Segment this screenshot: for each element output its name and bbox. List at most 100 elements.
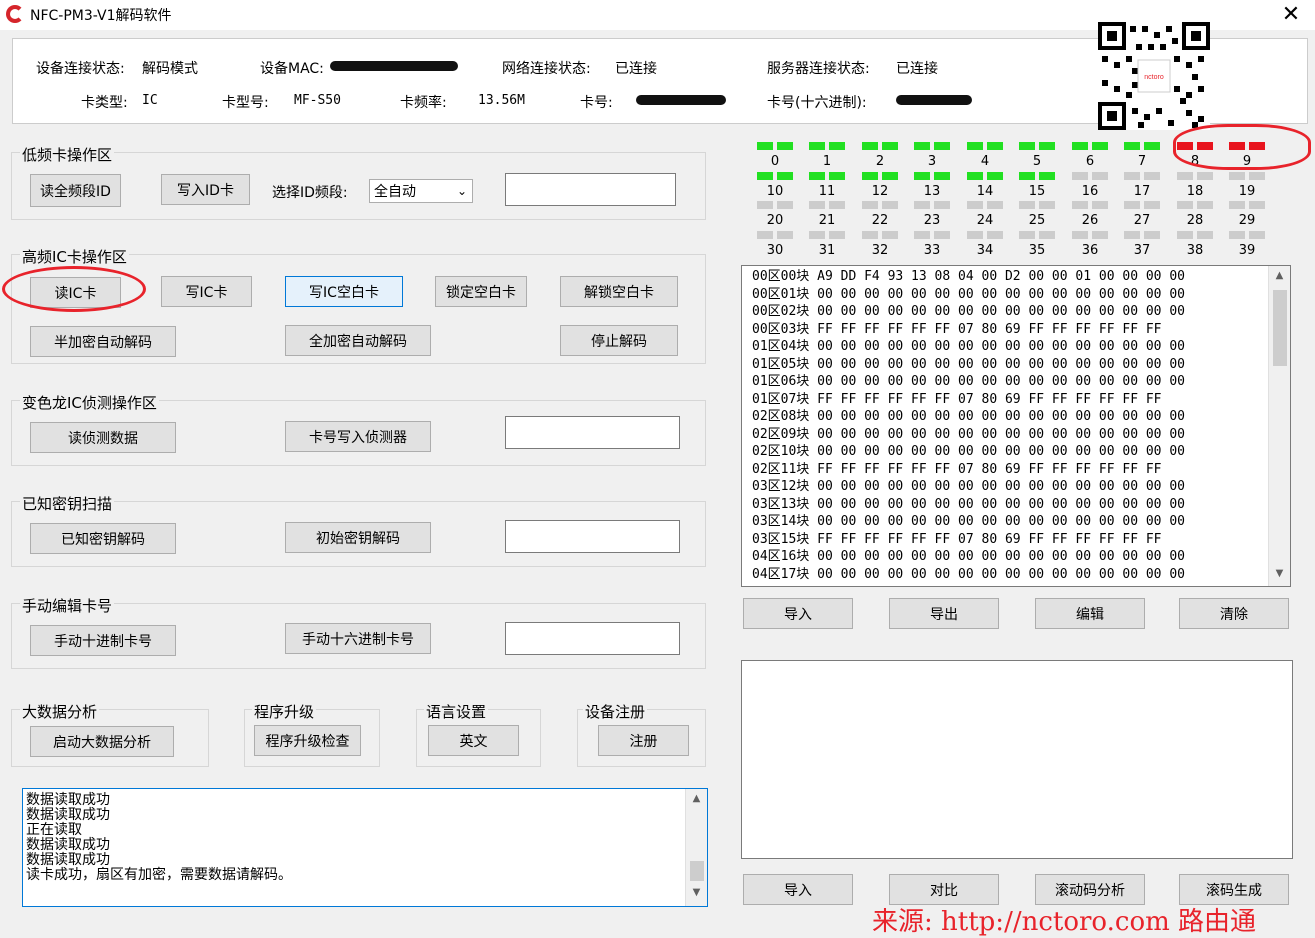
sector-indicator: [1177, 172, 1213, 180]
freq-label: 卡频率:: [400, 95, 447, 111]
hex-dump-area[interactable]: 00区00块 A9 DD F4 93 13 08 04 00 D2 00 00 …: [741, 265, 1291, 587]
sector-indicator: [1229, 201, 1265, 209]
sector-label: 14: [976, 184, 994, 199]
sector-indicator: [1019, 142, 1055, 150]
upgrade-check-button[interactable]: 程序升级检查: [254, 725, 361, 756]
sector-indicator: [862, 231, 898, 239]
sector-label: 12: [871, 184, 889, 199]
sector-indicator: [1072, 172, 1108, 180]
write-id-button[interactable]: 写入ID卡: [161, 174, 250, 205]
sector-label: 5: [1032, 154, 1042, 169]
net-label: 网络连接状态:: [502, 61, 591, 77]
manual-decimal-button[interactable]: 手动十进制卡号: [30, 625, 176, 656]
sector-indicator: [1072, 142, 1108, 150]
sector-indicator: [809, 231, 845, 239]
sector-label: 32: [871, 243, 889, 258]
sector-indicator: [862, 172, 898, 180]
bottom-import-button[interactable]: 导入: [743, 874, 853, 905]
read-detect-button[interactable]: 读侦测数据: [30, 422, 176, 453]
scroll-up-icon[interactable]: ▲: [1269, 270, 1290, 281]
lf-result-field[interactable]: [505, 173, 676, 206]
sector-label: 22: [871, 213, 889, 228]
sector-indicator: [1124, 142, 1160, 150]
hex-row: 00区03块 FF FF FF FF FF FF 07 80 69 FF FF …: [752, 321, 1162, 337]
hex-row: 04区17块 00 00 00 00 00 00 00 00 00 00 00 …: [752, 566, 1185, 582]
half-encrypt-decode-button[interactable]: 半加密自动解码: [30, 326, 176, 357]
log-scroll-thumb[interactable]: [690, 861, 704, 881]
hex-edit-button[interactable]: 编辑: [1035, 598, 1145, 629]
sector-label: 30: [766, 243, 784, 258]
sector-indicator: [757, 201, 793, 209]
hex-import-button[interactable]: 导入: [743, 598, 853, 629]
stop-decode-button[interactable]: 停止解码: [560, 325, 678, 356]
type-value: IC: [142, 93, 158, 108]
sector-label: 29: [1238, 213, 1256, 228]
log-line: 数据读取成功: [26, 792, 110, 808]
sector-indicator: [967, 142, 1003, 150]
sector-label: 20: [766, 213, 784, 228]
write-ic-button[interactable]: 写IC卡: [161, 276, 252, 307]
upgrade-group-title: 程序升级: [252, 701, 317, 722]
initial-key-decode-button[interactable]: 初始密钥解码: [285, 522, 431, 553]
hex-row: 01区07块 FF FF FF FF FF FF 07 80 69 FF FF …: [752, 391, 1162, 407]
language-group-title: 语言设置: [424, 701, 489, 722]
hex-row: 00区00块 A9 DD F4 93 13 08 04 00 D2 00 00 …: [752, 269, 1185, 284]
qr-brand: nctoro: [1144, 74, 1164, 81]
sector-indicator: [967, 172, 1003, 180]
english-button[interactable]: 英文: [428, 725, 519, 756]
hex-row: 02区09块 00 00 00 00 00 00 00 00 00 00 00 …: [752, 426, 1185, 442]
unlock-blank-button[interactable]: 解锁空白卡: [560, 276, 678, 307]
sector-indicator: [1177, 231, 1213, 239]
band-select[interactable]: 全自动 ⌄: [369, 179, 473, 203]
hex-row: 03区14块 00 00 00 00 00 00 00 00 00 00 00 …: [752, 514, 1185, 529]
sector-indicator: [1019, 231, 1055, 239]
detect-result-field[interactable]: [505, 416, 680, 449]
highlight-circle: [2, 266, 146, 312]
hex-export-button[interactable]: 导出: [889, 598, 999, 629]
sector-label: 3: [927, 154, 937, 169]
hex-scrollbar[interactable]: ▲ ▼: [1268, 266, 1290, 586]
register-button[interactable]: 注册: [598, 725, 689, 756]
sector-label: 18: [1186, 184, 1204, 199]
highlight-circle: [1173, 124, 1311, 170]
hex-row: 02区10块 00 00 00 00 00 00 00 00 00 00 00 …: [752, 444, 1185, 459]
sector-indicator: [757, 142, 793, 150]
sector-label: 26: [1081, 213, 1099, 228]
chevron-down-icon: ⌄: [456, 184, 467, 198]
sector-indicator: [809, 201, 845, 209]
sector-label: 17: [1133, 184, 1151, 199]
band-label: 选择ID频段:: [272, 185, 348, 201]
sector-label: 23: [923, 213, 941, 228]
sector-indicator: [967, 201, 1003, 209]
scroll-down-icon[interactable]: ▼: [686, 887, 707, 898]
sector-indicator: [757, 172, 793, 180]
close-icon[interactable]: ✕: [1278, 2, 1304, 27]
bigdata-analysis-button[interactable]: 启动大数据分析: [30, 726, 174, 757]
sector-indicator: [862, 142, 898, 150]
log-scrollbar[interactable]: ▲ ▼: [685, 789, 707, 906]
write-detector-button[interactable]: 卡号写入侦测器: [285, 421, 431, 452]
hex-row: 00区02块 00 00 00 00 00 00 00 00 00 00 00 …: [752, 304, 1185, 319]
manual-hex-button[interactable]: 手动十六进制卡号: [285, 623, 431, 654]
log-line: 数据读取成功: [26, 852, 110, 868]
log-area[interactable]: 数据读取成功 数据读取成功 正在读取 数据读取成功 数据读取成功 读卡成功，扇区…: [22, 788, 708, 907]
hex-scroll-thumb[interactable]: [1273, 290, 1287, 366]
full-encrypt-decode-button[interactable]: 全加密自动解码: [285, 325, 431, 356]
freq-value: 13.56M: [478, 93, 525, 108]
lock-blank-button[interactable]: 锁定空白卡: [435, 276, 527, 307]
hex-clear-button[interactable]: 清除: [1179, 598, 1289, 629]
known-key-decode-button[interactable]: 已知密钥解码: [30, 523, 176, 554]
sector-indicator: [1072, 201, 1108, 209]
sector-label: 19: [1238, 184, 1256, 199]
known-key-field[interactable]: [505, 520, 680, 553]
log-line: 正在读取: [26, 822, 82, 838]
hex-row: 00区01块 00 00 00 00 00 00 00 00 00 00 00 …: [752, 286, 1185, 302]
analysis-result-area[interactable]: [741, 660, 1293, 859]
manual-card-field[interactable]: [505, 622, 680, 655]
sector-label: 16: [1081, 184, 1099, 199]
scroll-down-icon[interactable]: ▼: [1269, 568, 1290, 579]
scroll-up-icon[interactable]: ▲: [686, 793, 707, 804]
net-value: 已连接: [615, 61, 657, 77]
read-all-band-button[interactable]: 读全频段ID: [30, 174, 121, 207]
write-blank-ic-button[interactable]: 写IC空白卡: [285, 276, 403, 307]
